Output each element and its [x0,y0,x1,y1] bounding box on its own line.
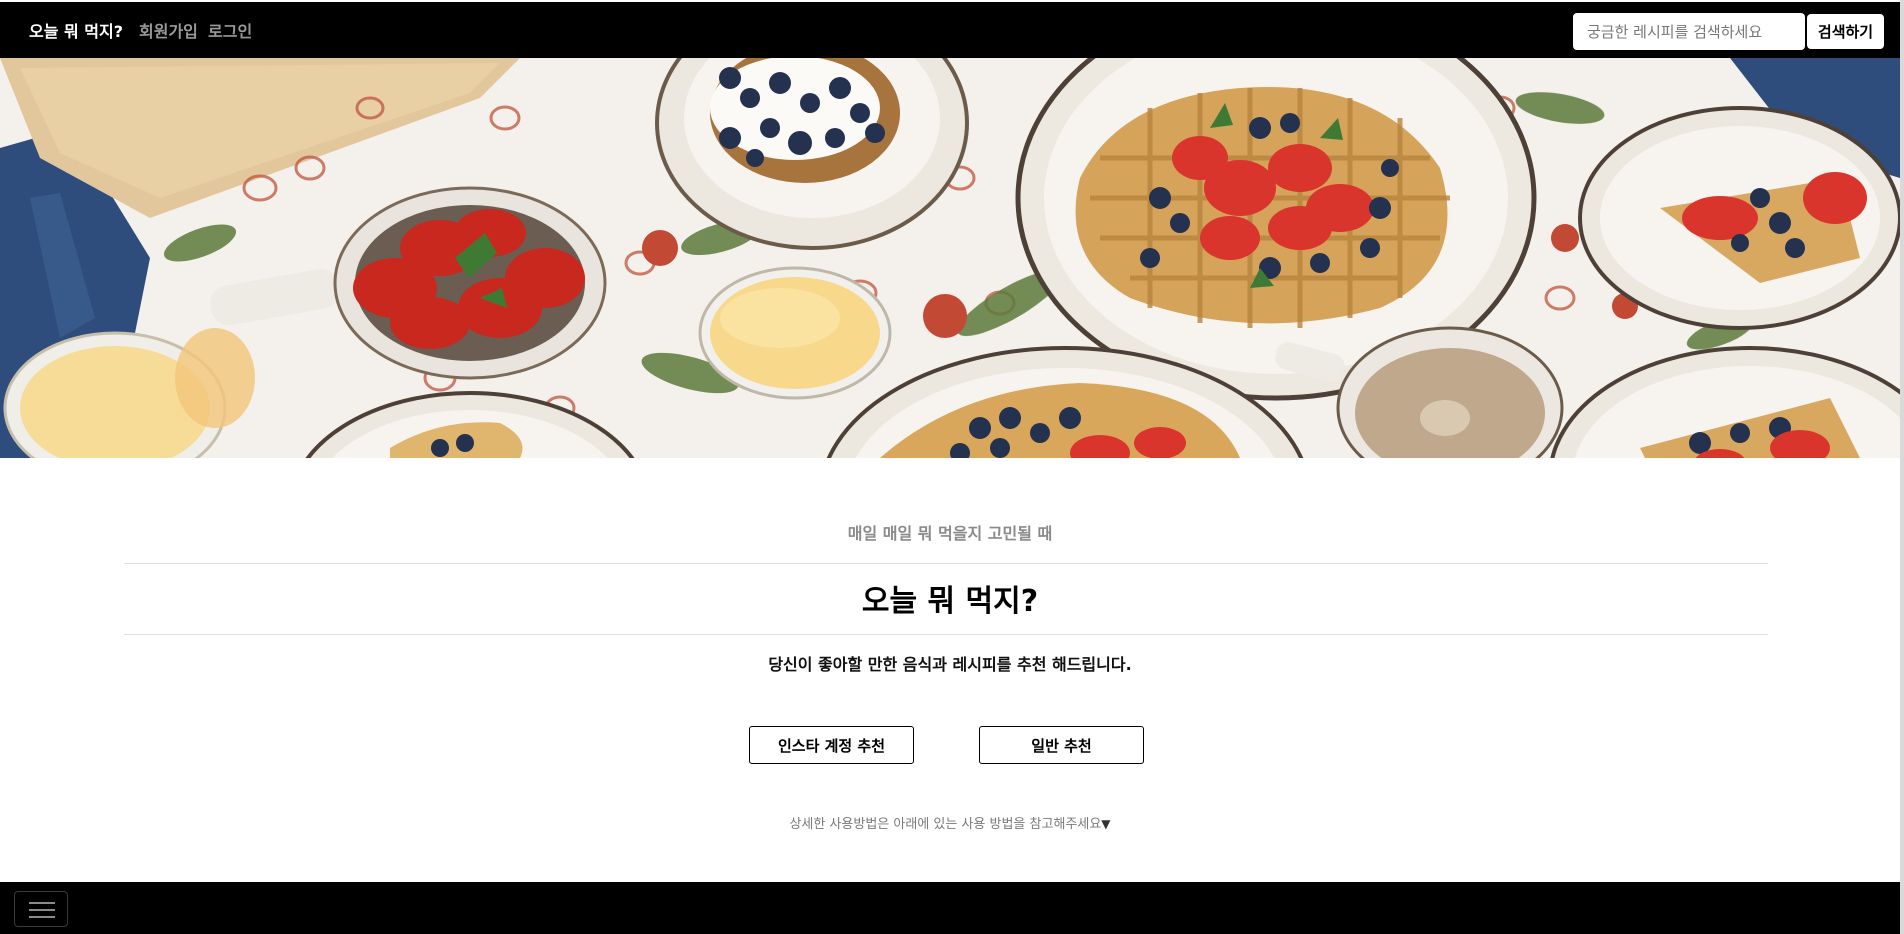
search-button[interactable]: 검색하기 [1807,14,1884,49]
search-input[interactable] [1573,13,1805,50]
hero-image [0,58,1900,458]
hero-subtitle: 매일 매일 뭐 먹을지 고민될 때 [847,524,1053,543]
hamburger-line [29,909,55,911]
instagram-recommend-button[interactable]: 인스타 계정 추천 [749,726,914,764]
page: 오늘 뭐 먹지? 회원가입 로그인 검색하기 [0,0,1900,934]
usage-hint-text: 상세한 사용방법은 아래에 있는 사용 방법을 참고해주세요 [789,817,1102,832]
bottom-bar [0,882,1900,934]
usage-hint: 상세한 사용방법은 아래에 있는 사용 방법을 참고해주세요▼ [0,813,1900,832]
caret-down-icon[interactable]: ▼ [1101,817,1110,831]
divider-bottom [124,634,1768,635]
page-scrollbar[interactable] [1900,0,1904,934]
divider-top [124,563,1768,564]
signup-link[interactable]: 회원가입 [139,18,198,42]
menu-toggle-button[interactable] [14,891,68,927]
page-title: 오늘 뭐 먹지? [861,584,1039,619]
hamburger-line [29,902,55,904]
hamburger-line [29,916,55,918]
general-recommend-button[interactable]: 일반 추천 [979,726,1144,764]
top-navbar: 오늘 뭐 먹지? 회원가입 로그인 검색하기 [0,2,1900,58]
login-link[interactable]: 로그인 [208,18,252,42]
page-description: 당신이 좋아할 만한 음식과 레시피를 추천 해드립니다. [768,655,1132,674]
brand-logo[interactable]: 오늘 뭐 먹지? [29,18,123,42]
breakfast-table-illustration [0,58,1900,458]
